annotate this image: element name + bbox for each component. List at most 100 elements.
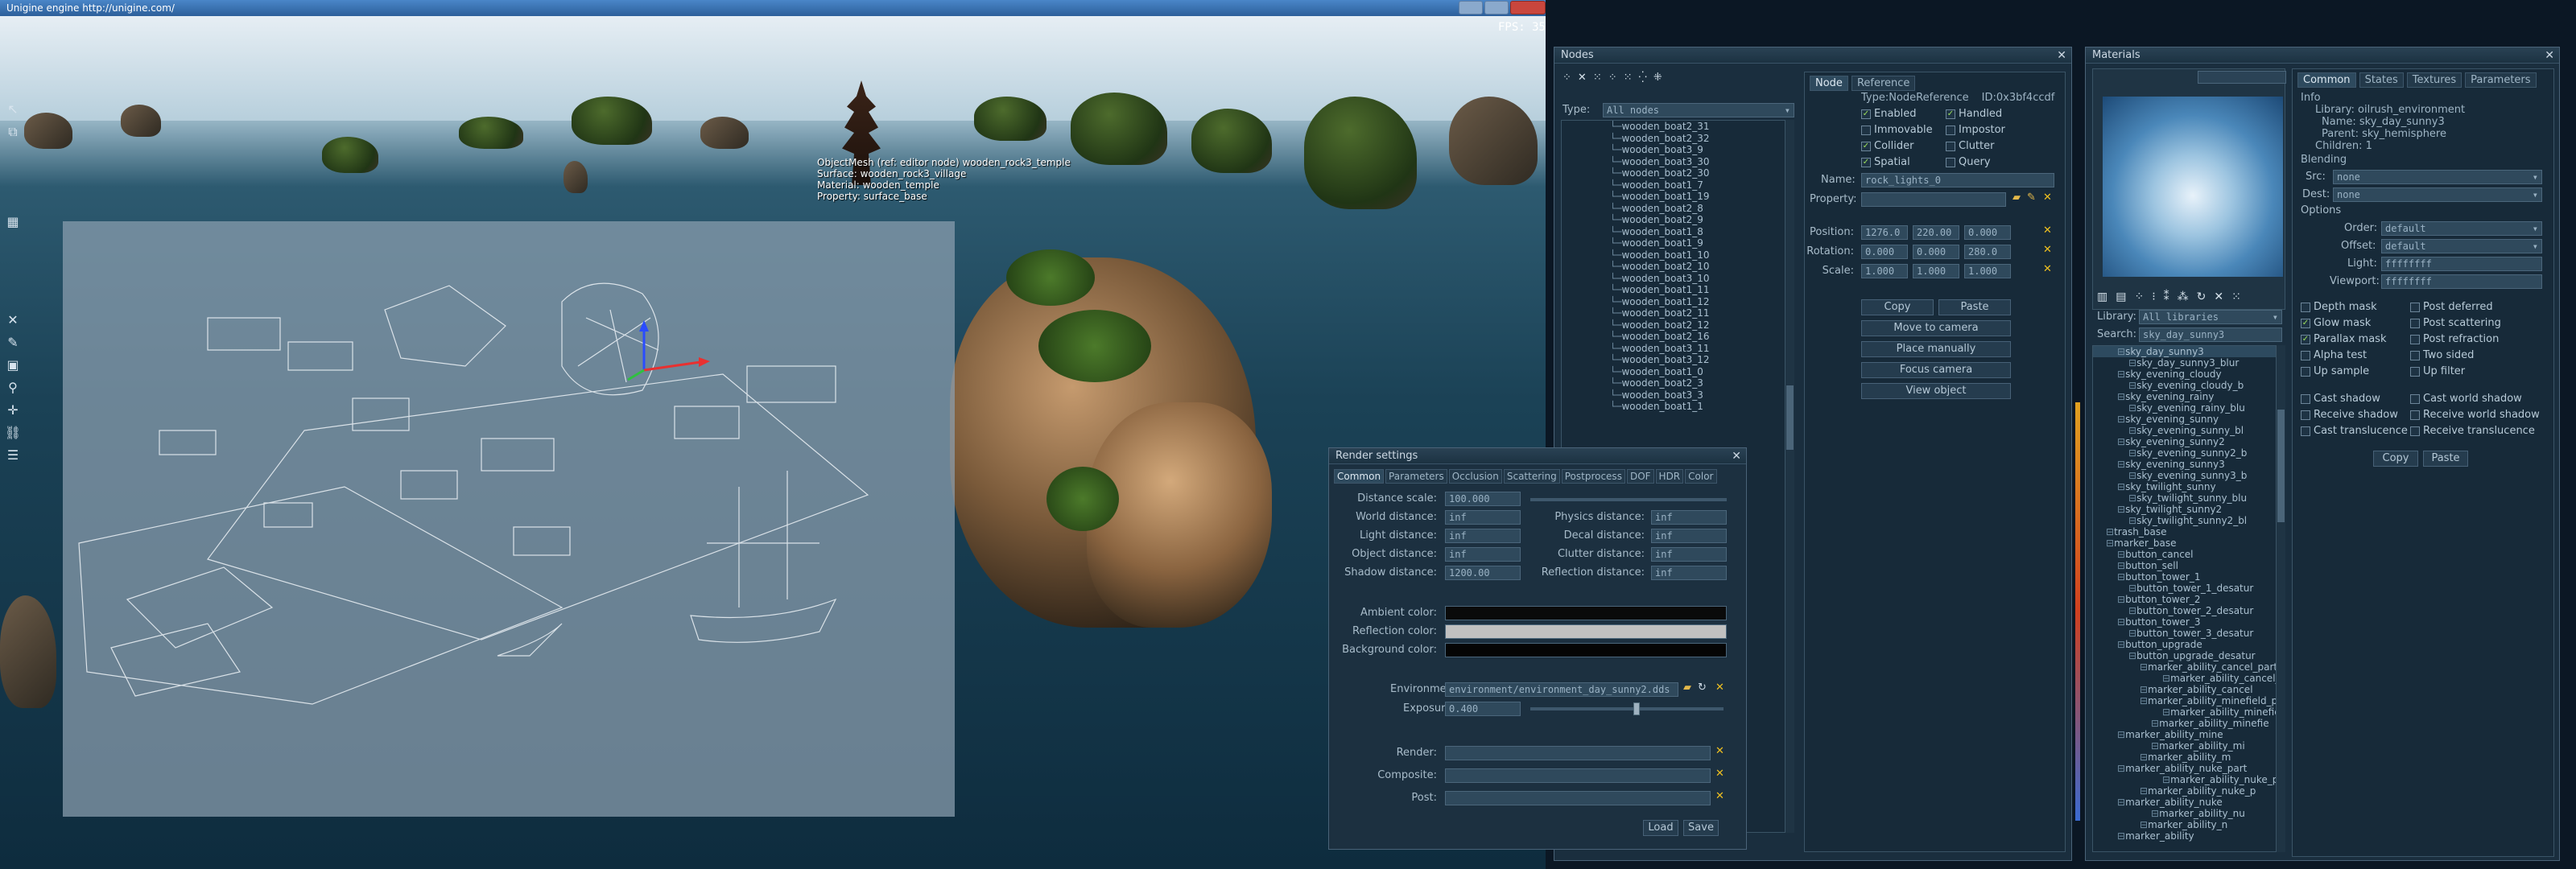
render-tab[interactable]: Parameters (1385, 469, 1447, 484)
checkbox-icon[interactable] (2301, 393, 2310, 404)
material-tree-item[interactable]: ⊟marker_ability_cancel_part (2093, 661, 2285, 673)
render-tab[interactable]: Occlusion (1448, 469, 1502, 484)
flag-checkbox[interactable]: Depth mask (2301, 299, 2386, 315)
dest-select[interactable]: none ▾ (2333, 187, 2542, 202)
link-node-icon[interactable]: ⁛ (1639, 72, 1647, 84)
preview-select[interactable] (2198, 71, 2286, 84)
checkbox-icon[interactable] (2410, 334, 2420, 344)
flag-checkbox[interactable]: Post scattering (2410, 315, 2501, 332)
render-tab[interactable]: Scattering (1503, 469, 1560, 484)
material-tree-item[interactable]: ⊟sky_evening_sunny2 (2093, 436, 2285, 447)
tree-node[interactable]: └─wooden_boat1_0 (1610, 366, 1794, 378)
tree-node[interactable]: └─wooden_boat1_7 (1610, 179, 1794, 192)
tab-reference[interactable]: Reference (1851, 76, 1916, 91)
flag-checkbox[interactable]: Alpha test (2301, 348, 2386, 364)
name-input[interactable]: rock_lights_0 (1861, 173, 2054, 187)
library-select[interactable]: All libraries ▾ (2139, 310, 2282, 324)
tree-node[interactable]: └─wooden_boat1_1 (1610, 401, 1794, 413)
nodes-tree-scrollbar[interactable] (1785, 120, 1794, 833)
folder-icon[interactable]: ▰ (2013, 192, 2021, 204)
materials-tree[interactable]: ⊟sky_day_sunny3 ⊟sky_day_sunny3_blur ⊟sky_… (2092, 345, 2285, 852)
library-icon[interactable]: ▥ (2097, 290, 2107, 303)
copy-button[interactable]: Copy (2373, 451, 2418, 467)
link-icon[interactable]: ⛓ (3, 425, 23, 443)
flag-checkbox[interactable]: Immovable (1861, 122, 1933, 138)
material-tree-item[interactable]: ⊟sky_twilight_sunny (2093, 481, 2285, 492)
material-tree-item[interactable]: ⊟button_upgrade (2093, 639, 2285, 650)
position-input[interactable]: 1276.0 (1861, 225, 1908, 240)
position-input[interactable]: 0.000 (1964, 225, 2011, 240)
minimize-button[interactable] (1459, 1, 1483, 14)
tree-node-icon[interactable]: ⁜ (1653, 72, 1662, 84)
flag-checkbox[interactable]: Receive world shadow (2410, 407, 2540, 423)
material-tree-item[interactable]: ⊟sky_twilight_sunny_blu (2093, 492, 2285, 504)
focus-camera-button[interactable]: Focus camera (1861, 362, 2011, 378)
flag-checkbox[interactable]: ✓ Collider (1861, 138, 1933, 154)
maximize-button[interactable] (1484, 1, 1509, 14)
material-tree-item[interactable]: ⊟sky_day_sunny3_blur (2093, 357, 2285, 369)
tree-node[interactable]: └─wooden_boat3_9 (1610, 144, 1794, 156)
save-button[interactable]: Save (1683, 820, 1719, 836)
tab-textures[interactable]: Textures (2406, 72, 2462, 88)
layers-icon[interactable]: ☰ (3, 447, 23, 465)
add-node-icon[interactable]: ⁘ (1563, 72, 1571, 84)
scrollbar-thumb[interactable] (1786, 385, 1794, 450)
checkbox-icon[interactable] (2301, 426, 2310, 436)
scale-input[interactable]: 1.000 (1861, 264, 1908, 278)
tree-node[interactable]: └─wooden_boat1_10 (1610, 249, 1794, 262)
clear-icon[interactable]: ✕ (1715, 682, 1724, 694)
checkbox-icon[interactable] (2410, 302, 2420, 312)
checkbox-icon[interactable] (2301, 366, 2310, 377)
render-tab[interactable]: DOF (1626, 469, 1654, 484)
checkbox-icon[interactable] (2410, 318, 2420, 328)
reset-icon[interactable]: ✕ (2043, 244, 2052, 256)
checkbox-icon[interactable] (1946, 125, 1955, 135)
render-field-input[interactable]: inf (1445, 510, 1521, 525)
clear-icon[interactable]: ✕ (1715, 768, 1724, 780)
material-tree-item[interactable]: ⊟marker_ability_m (2093, 752, 2285, 763)
material-tree-item[interactable]: ⊟sky_evening_rainy_blu (2093, 402, 2285, 414)
material-tree-item[interactable]: ⊟marker_ability (2093, 830, 2285, 842)
material-tree-item[interactable]: ⊟sky_evening_cloudy (2093, 369, 2285, 380)
scale-input[interactable]: 1.000 (1913, 264, 1959, 278)
checkmark-icon[interactable]: ✓ (2301, 334, 2310, 344)
render-field-input[interactable]: inf (1651, 566, 1727, 580)
close-icon[interactable]: ✕ (1732, 448, 1741, 464)
tree-icon[interactable]: ⁙ (2231, 290, 2241, 303)
tab-common[interactable]: Common (2297, 72, 2356, 88)
tree-node[interactable]: └─wooden_boat1_19 (1610, 191, 1794, 203)
flag-checkbox[interactable]: Two sided (2410, 348, 2501, 364)
src-select[interactable]: none ▾ (2333, 170, 2542, 184)
reload-icon[interactable]: ↻ (2197, 290, 2207, 303)
render-tab[interactable]: Common (1334, 469, 1385, 484)
material-tree-item[interactable]: ⊟marker_ability_mine (2093, 729, 2285, 740)
flag-checkbox[interactable]: Up sample (2301, 364, 2386, 380)
material-tree-item[interactable]: ⊟button_cancel (2093, 549, 2285, 560)
material-tree-item[interactable]: ⊟button_tower_3 (2093, 616, 2285, 628)
flag-checkbox[interactable]: ✓ Glow mask (2301, 315, 2386, 332)
move-to-camera-button[interactable]: Move to camera (1861, 320, 2011, 336)
tree-node[interactable]: └─wooden_boat1_8 (1610, 226, 1794, 238)
select-icon[interactable]: ↖ (3, 101, 23, 119)
monitor-icon[interactable]: ▣ (3, 357, 23, 375)
render-tab[interactable]: HDR (1655, 469, 1684, 484)
flag-checkbox[interactable]: Query (1946, 154, 2005, 171)
reload-icon[interactable]: ↻ (1698, 682, 1707, 694)
tree-node[interactable]: └─wooden_boat2_3 (1610, 377, 1794, 389)
tree-node[interactable]: └─wooden_boat3_30 (1610, 156, 1794, 168)
checkmark-icon[interactable]: ✓ (1946, 109, 1955, 119)
folder-icon[interactable]: ▰ (1683, 682, 1691, 694)
material-tree-item[interactable]: ⊟sky_twilight_sunny2_bl (2093, 515, 2285, 526)
material-tree-item[interactable]: ⊟button_tower_1 (2093, 571, 2285, 583)
close-icon[interactable]: ✕ (2057, 47, 2066, 64)
type-select[interactable]: All nodes ▾ (1603, 103, 1794, 117)
clear-icon[interactable]: ✕ (1715, 790, 1724, 802)
render-material-input[interactable] (1445, 768, 1711, 783)
flag-checkbox[interactable]: Clutter (1946, 138, 2005, 154)
clone-node-icon[interactable]: ⁙ (1593, 72, 1602, 84)
rotation-input[interactable]: 0.000 (1913, 245, 1959, 259)
copy-button[interactable]: Copy (1861, 299, 1934, 315)
exposure-slider[interactable] (1530, 702, 1724, 715)
checkmark-icon[interactable]: ✓ (1861, 141, 1871, 151)
save-icon[interactable]: ▤ (2116, 290, 2126, 303)
